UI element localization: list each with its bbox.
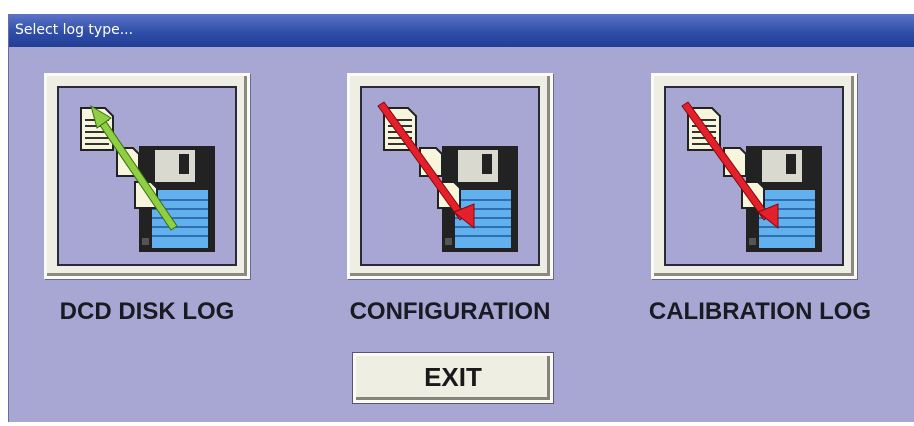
calibration-log-face	[664, 86, 844, 266]
dialog-title: Select log type...	[9, 14, 914, 47]
document-to-disk-icon	[377, 101, 518, 252]
configuration-face	[360, 86, 540, 266]
calibration-log-button[interactable]	[651, 73, 857, 279]
dcd-disk-log-face	[57, 86, 237, 266]
configuration-button[interactable]	[347, 73, 553, 279]
exit-button[interactable]: EXIT	[353, 353, 553, 403]
log-type-dialog: Select log type... DCD DISK LOG CONFIGUR…	[8, 14, 914, 422]
configuration-label: CONFIGURATION	[349, 298, 551, 325]
document-to-disk-icon	[80, 104, 215, 252]
dcd-disk-log-label: DCD DISK LOG	[59, 298, 235, 325]
calibration-log-label: CALIBRATION LOG	[648, 298, 872, 325]
document-to-disk-icon	[681, 101, 822, 252]
dcd-disk-log-button[interactable]	[44, 73, 250, 279]
